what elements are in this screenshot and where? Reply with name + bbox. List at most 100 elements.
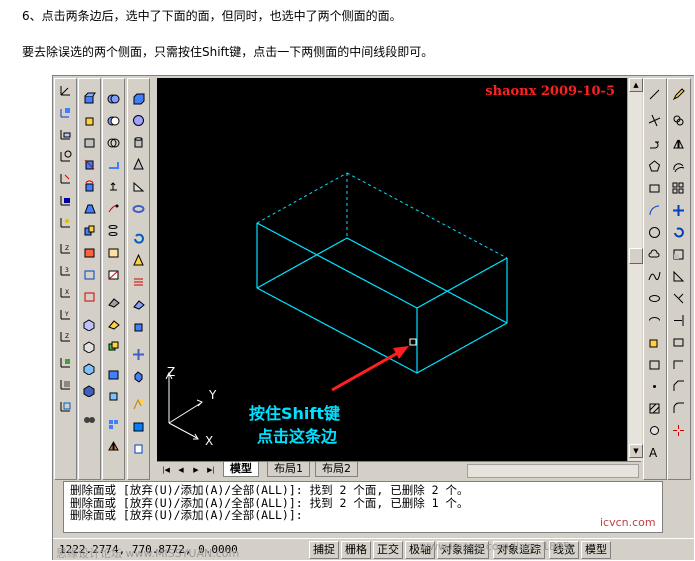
join-button[interactable] [669, 355, 688, 374]
extend-button[interactable] [669, 311, 688, 330]
ucs-y-button[interactable]: Y [56, 305, 75, 324]
ucs-z-button[interactable]: Z [56, 327, 75, 346]
ucs-world-button[interactable] [56, 103, 75, 122]
copy-button[interactable] [669, 111, 688, 130]
rotate-button[interactable] [669, 223, 688, 242]
slice-button[interactable] [104, 265, 123, 284]
copy-faces-button[interactable] [80, 221, 99, 240]
grid-toggle[interactable]: 栅格 [341, 541, 371, 559]
sphere-button[interactable] [129, 111, 148, 130]
planar-surface-button[interactable] [129, 295, 148, 314]
ortho-toggle[interactable]: 正交 [373, 541, 403, 559]
scroll-up-arrow[interactable]: ▲ [629, 78, 643, 92]
vertical-scrollbar[interactable]: ▲ ▼ [627, 78, 643, 461]
intersect-button[interactable] [104, 133, 123, 152]
break-button[interactable] [669, 333, 688, 352]
rectangle-button[interactable] [645, 179, 664, 198]
loft-button[interactable] [104, 221, 123, 240]
region-button[interactable] [645, 421, 664, 440]
tab-layout1[interactable]: 布局1 [267, 462, 310, 477]
interfere-button[interactable] [104, 337, 123, 356]
mtext-button[interactable]: A [645, 443, 664, 462]
ucs-3point-button[interactable]: 3 [56, 261, 75, 280]
fillet-button[interactable] [669, 399, 688, 418]
torus-button[interactable] [129, 199, 148, 218]
mirror-button[interactable] [669, 135, 688, 154]
shell-button[interactable] [80, 381, 99, 400]
model-toggle[interactable]: 模型 [581, 541, 611, 559]
flatshot-button[interactable] [104, 365, 123, 384]
horizontal-scrollbar[interactable] [467, 464, 639, 478]
offset-faces-button[interactable] [80, 133, 99, 152]
ucs-button[interactable] [56, 81, 75, 100]
3dalign-button[interactable] [104, 387, 123, 406]
ucs-x-button[interactable]: X [56, 283, 75, 302]
ucs-named-button[interactable] [56, 375, 75, 394]
check-button[interactable] [80, 409, 99, 428]
taper-faces-button[interactable] [80, 199, 99, 218]
arc-button[interactable] [645, 201, 664, 220]
extrude-faces-button[interactable] [80, 89, 99, 108]
subtract-button[interactable] [104, 111, 123, 130]
make-block-button[interactable] [645, 355, 664, 374]
previous-tab-button[interactable]: ◀ [174, 464, 188, 476]
imprint-button[interactable] [80, 315, 99, 334]
ucs-apply-button[interactable] [56, 353, 75, 372]
cylinder-button[interactable] [129, 133, 148, 152]
stretch-button[interactable] [669, 267, 688, 286]
pencil-button[interactable] [669, 85, 688, 104]
move-button[interactable] [669, 201, 688, 220]
move-faces-button[interactable] [80, 111, 99, 130]
separate-button[interactable] [80, 359, 99, 378]
thicken-button[interactable] [104, 315, 123, 334]
offset-button[interactable] [669, 157, 688, 176]
ucs-face-button[interactable] [56, 147, 75, 166]
3dmove-button[interactable] [129, 345, 148, 364]
circle-button[interactable] [645, 223, 664, 242]
rotate-faces-button[interactable] [80, 177, 99, 196]
light-button[interactable] [129, 417, 148, 436]
trim-button[interactable] [669, 289, 688, 308]
construction-line-button[interactable] [645, 111, 664, 130]
wedge-button[interactable] [129, 177, 148, 196]
revision-cloud-button[interactable] [645, 245, 664, 264]
insert-block-button[interactable] [645, 333, 664, 352]
ucs-origin-button[interactable] [56, 213, 75, 232]
point-button[interactable] [645, 377, 664, 396]
color-edges-button[interactable] [80, 287, 99, 306]
color-faces-button[interactable] [80, 243, 99, 262]
ucs-view-button[interactable] [56, 191, 75, 210]
next-tab-button[interactable]: ▶ [189, 464, 203, 476]
line-button[interactable] [645, 85, 664, 104]
scroll-down-arrow[interactable]: ▼ [629, 444, 643, 458]
refresh-button[interactable] [129, 229, 148, 248]
copy-edges-button[interactable] [80, 265, 99, 284]
first-tab-button[interactable]: |◀ [159, 464, 173, 476]
cone-button[interactable] [129, 155, 148, 174]
polyline-button[interactable] [645, 135, 664, 154]
ucs-zaxis-button[interactable]: Z [56, 239, 75, 258]
clean-button[interactable] [80, 337, 99, 356]
last-tab-button[interactable]: ▶| [204, 464, 218, 476]
pyramid-button[interactable] [129, 251, 148, 270]
hatch-button[interactable] [645, 399, 664, 418]
union-button[interactable] [104, 89, 123, 108]
explode-button[interactable] [669, 421, 688, 440]
3dmirror-button[interactable] [104, 437, 123, 456]
scroll-thumb[interactable] [629, 248, 643, 264]
delete-faces-button[interactable] [80, 155, 99, 174]
ucs-object-button[interactable] [56, 169, 75, 188]
ucs-previous-button[interactable] [56, 125, 75, 144]
spline-button[interactable] [645, 267, 664, 286]
array-button[interactable] [669, 179, 688, 198]
ellipse-button[interactable] [645, 289, 664, 308]
scale-button[interactable] [669, 245, 688, 264]
section-plane-button[interactable] [104, 293, 123, 312]
extrude-button[interactable] [129, 317, 148, 336]
tab-model[interactable]: 模型 [223, 462, 259, 477]
tab-layout2[interactable]: 布局2 [315, 462, 358, 477]
snap-toggle[interactable]: 捕捉 [309, 541, 339, 559]
polysolid-button[interactable] [104, 155, 123, 174]
ellipse-arc-button[interactable] [645, 311, 664, 330]
presspull-button[interactable] [104, 177, 123, 196]
